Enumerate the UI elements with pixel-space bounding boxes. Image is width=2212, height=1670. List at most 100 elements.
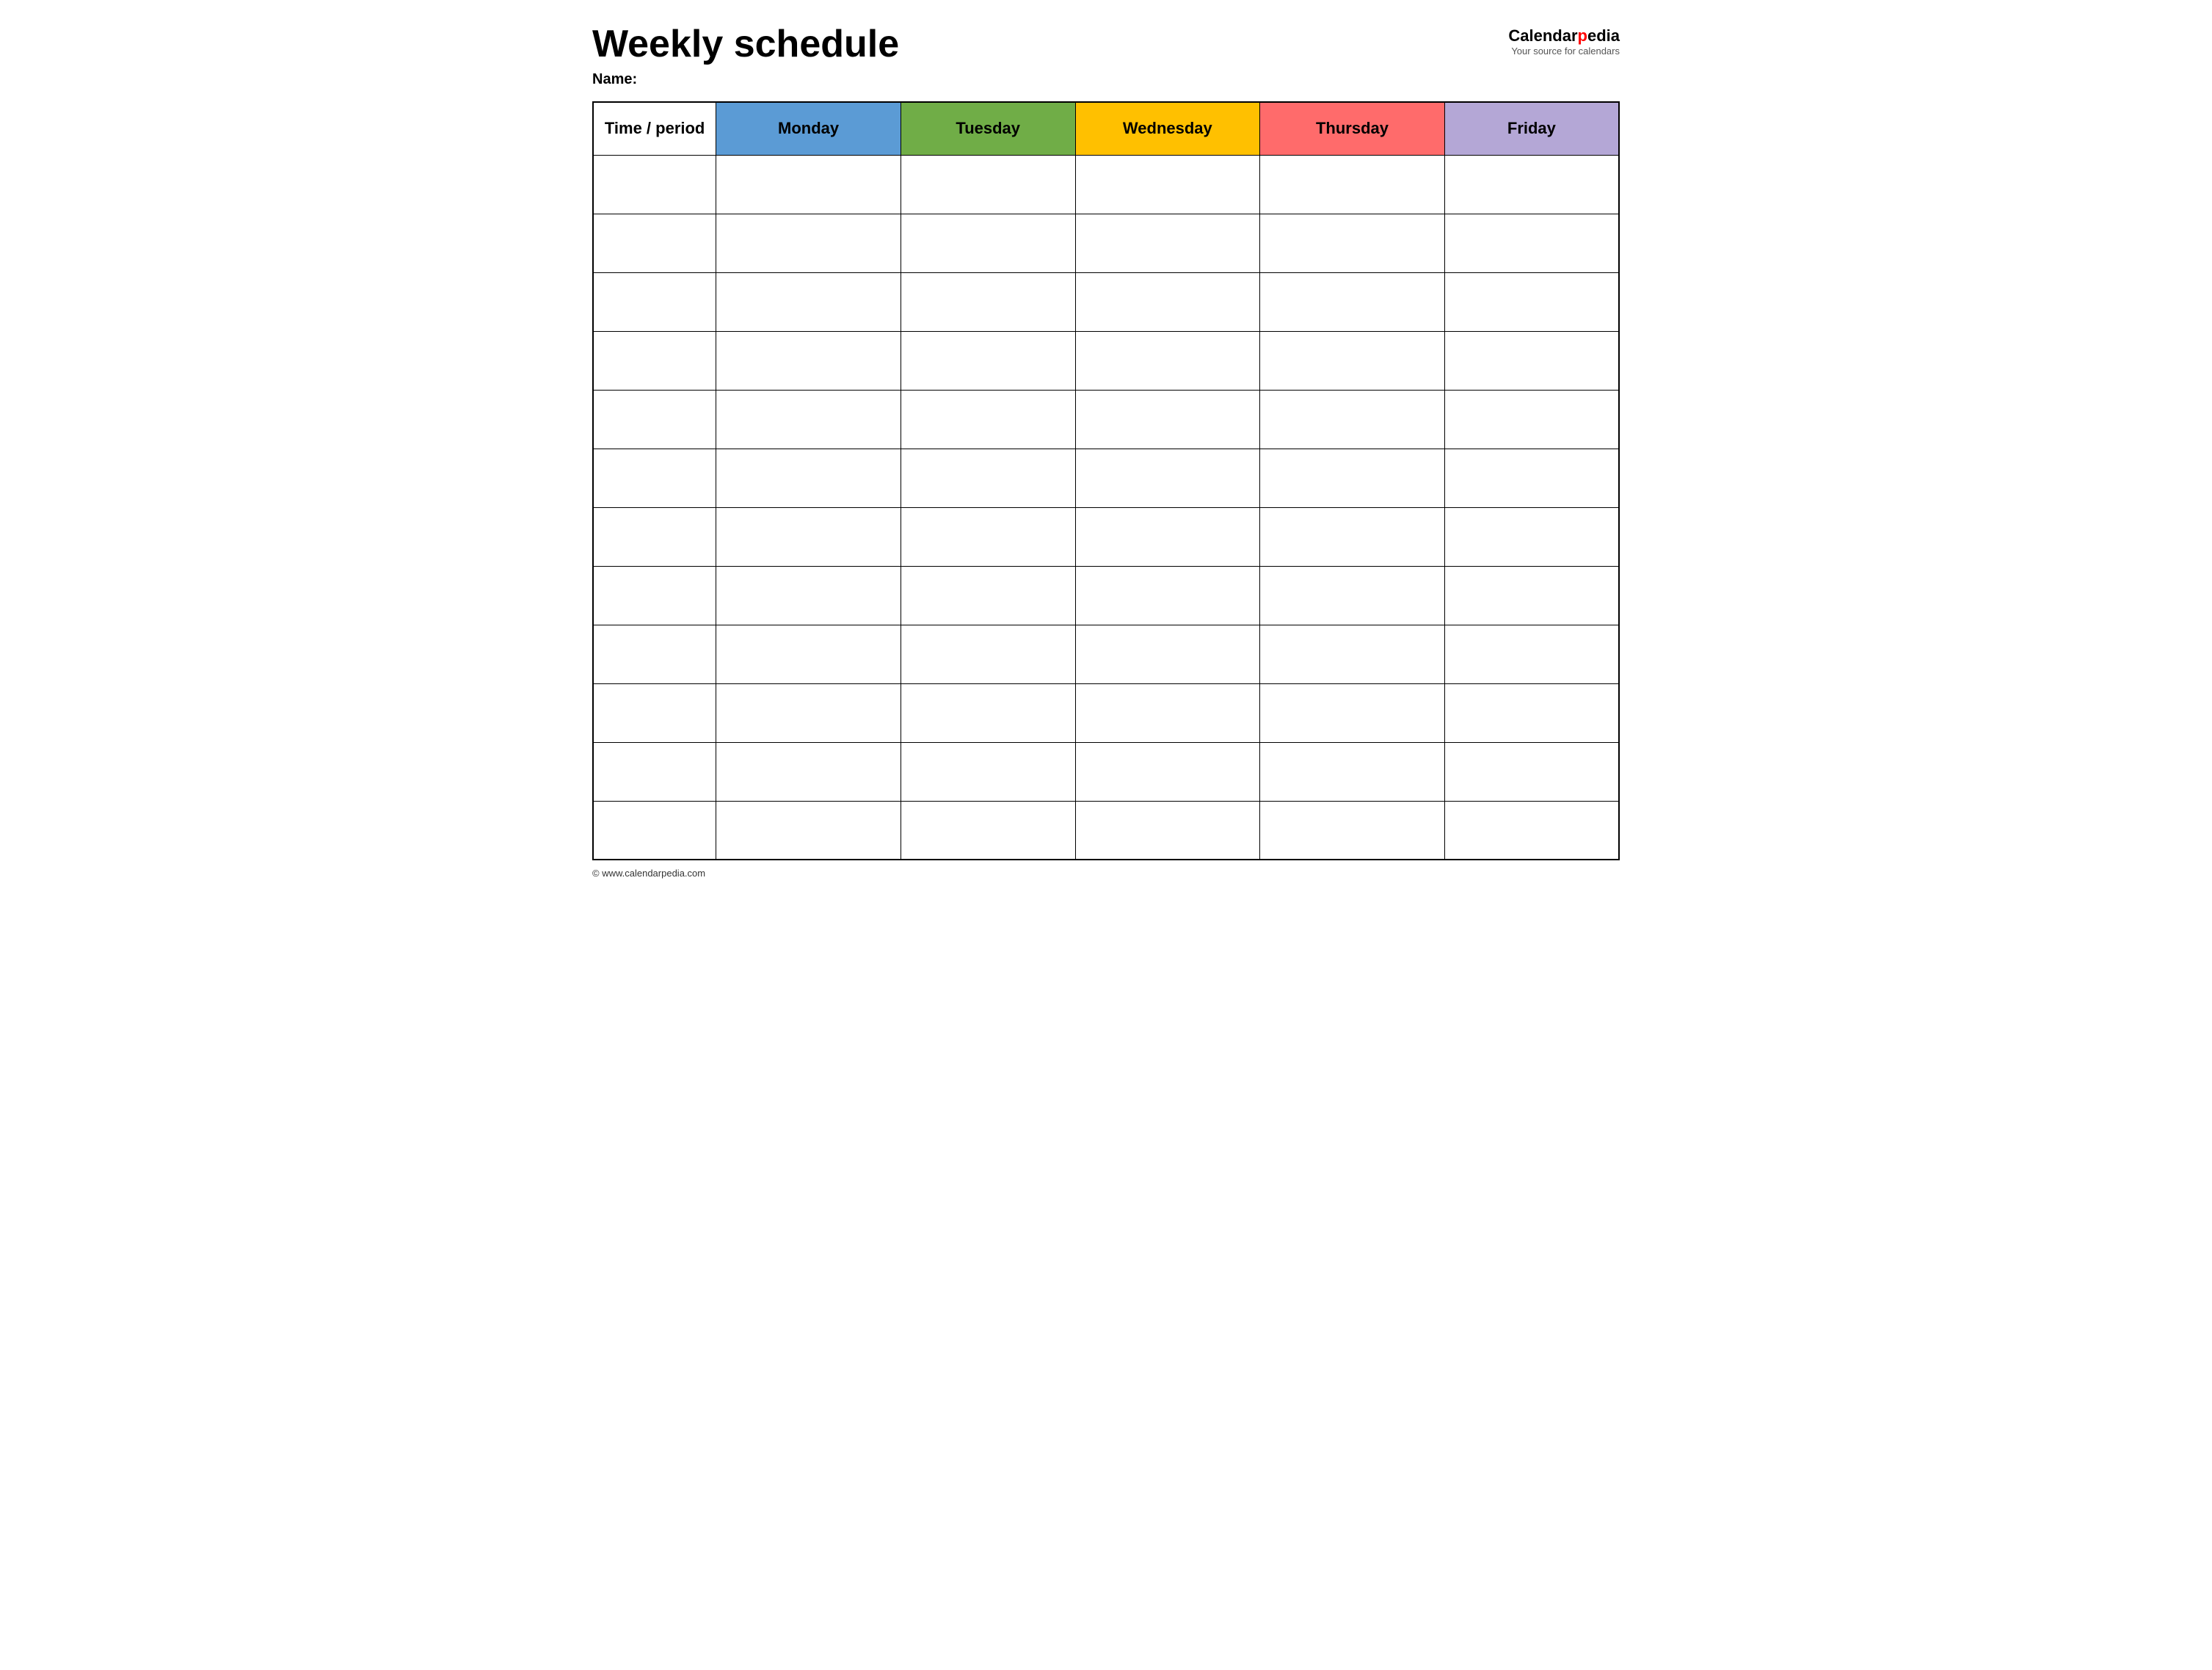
col-header-time: Time / period — [593, 102, 716, 155]
table-cell[interactable] — [1444, 449, 1619, 507]
footer: © www.calendarpedia.com — [592, 868, 1620, 879]
col-header-thursday: Thursday — [1260, 102, 1445, 155]
col-header-wednesday: Wednesday — [1075, 102, 1260, 155]
table-cell[interactable] — [1075, 155, 1260, 214]
table-cell[interactable] — [1444, 683, 1619, 742]
schedule-table: Time / period Monday Tuesday Wednesday T… — [592, 101, 1620, 860]
table-cell[interactable] — [1075, 214, 1260, 272]
table-cell[interactable] — [716, 742, 901, 801]
table-cell[interactable] — [1444, 625, 1619, 683]
table-cell[interactable] — [716, 390, 901, 449]
table-cell[interactable] — [901, 683, 1075, 742]
table-cell[interactable] — [1444, 566, 1619, 625]
table-cell[interactable] — [716, 331, 901, 390]
table-cell[interactable] — [593, 566, 716, 625]
table-cell[interactable] — [716, 683, 901, 742]
table-cell[interactable] — [1260, 155, 1445, 214]
logo-text: Calendarpedia — [1508, 26, 1620, 46]
table-cell[interactable] — [1444, 801, 1619, 860]
schedule-body — [593, 155, 1619, 860]
table-cell[interactable] — [593, 742, 716, 801]
table-cell[interactable] — [716, 801, 901, 860]
table-cell[interactable] — [716, 155, 901, 214]
table-cell[interactable] — [1075, 390, 1260, 449]
table-cell[interactable] — [1444, 214, 1619, 272]
table-cell[interactable] — [1075, 801, 1260, 860]
table-cell[interactable] — [901, 272, 1075, 331]
table-cell[interactable] — [1260, 507, 1445, 566]
table-row — [593, 331, 1619, 390]
col-header-friday: Friday — [1444, 102, 1619, 155]
table-cell[interactable] — [593, 683, 716, 742]
table-row — [593, 390, 1619, 449]
name-label: Name: — [592, 71, 637, 87]
table-row — [593, 801, 1619, 860]
table-cell[interactable] — [1444, 272, 1619, 331]
table-cell[interactable] — [1260, 390, 1445, 449]
table-cell[interactable] — [1260, 272, 1445, 331]
table-cell[interactable] — [1444, 390, 1619, 449]
table-row — [593, 214, 1619, 272]
table-cell[interactable] — [1075, 272, 1260, 331]
table-cell[interactable] — [1260, 331, 1445, 390]
logo-tagline: Your source for calendars — [1511, 46, 1620, 57]
table-row — [593, 449, 1619, 507]
table-cell[interactable] — [716, 566, 901, 625]
table-cell[interactable] — [716, 507, 901, 566]
table-cell[interactable] — [901, 331, 1075, 390]
table-cell[interactable] — [901, 742, 1075, 801]
table-cell[interactable] — [1260, 625, 1445, 683]
table-cell[interactable] — [593, 625, 716, 683]
table-cell[interactable] — [1075, 449, 1260, 507]
col-header-monday: Monday — [716, 102, 901, 155]
table-cell[interactable] — [901, 390, 1075, 449]
table-cell[interactable] — [901, 625, 1075, 683]
logo-brand-red: p — [1578, 26, 1587, 45]
table-cell[interactable] — [1075, 507, 1260, 566]
table-cell[interactable] — [901, 155, 1075, 214]
table-cell[interactable] — [593, 449, 716, 507]
table-cell[interactable] — [901, 507, 1075, 566]
table-cell[interactable] — [1444, 742, 1619, 801]
table-cell[interactable] — [593, 507, 716, 566]
col-header-tuesday: Tuesday — [901, 102, 1075, 155]
page-title: Weekly schedule — [592, 23, 899, 65]
table-cell[interactable] — [716, 272, 901, 331]
table-cell[interactable] — [1260, 566, 1445, 625]
table-cell[interactable] — [593, 801, 716, 860]
table-cell[interactable] — [716, 214, 901, 272]
page-wrapper: Weekly schedule Calendarpedia Your sourc… — [592, 23, 1620, 879]
table-cell[interactable] — [593, 214, 716, 272]
name-row: Name: — [592, 71, 1620, 88]
table-cell[interactable] — [716, 625, 901, 683]
table-cell[interactable] — [593, 155, 716, 214]
table-cell[interactable] — [1260, 214, 1445, 272]
table-cell[interactable] — [1075, 683, 1260, 742]
table-cell[interactable] — [1260, 742, 1445, 801]
table-cell[interactable] — [716, 449, 901, 507]
table-cell[interactable] — [593, 390, 716, 449]
table-cell[interactable] — [1260, 683, 1445, 742]
table-cell[interactable] — [1075, 566, 1260, 625]
table-row — [593, 272, 1619, 331]
table-row — [593, 566, 1619, 625]
table-row — [593, 625, 1619, 683]
table-cell[interactable] — [593, 272, 716, 331]
table-cell[interactable] — [1075, 331, 1260, 390]
table-cell[interactable] — [1260, 449, 1445, 507]
table-cell[interactable] — [901, 214, 1075, 272]
table-cell[interactable] — [1075, 742, 1260, 801]
table-row — [593, 683, 1619, 742]
table-cell[interactable] — [593, 331, 716, 390]
table-cell[interactable] — [901, 449, 1075, 507]
table-cell[interactable] — [1444, 507, 1619, 566]
logo-brand-start: Calendar — [1508, 26, 1577, 45]
table-row — [593, 742, 1619, 801]
table-cell[interactable] — [1260, 801, 1445, 860]
table-cell[interactable] — [1075, 625, 1260, 683]
table-cell[interactable] — [1444, 155, 1619, 214]
table-cell[interactable] — [901, 801, 1075, 860]
copyright-text: © www.calendarpedia.com — [592, 868, 705, 879]
table-cell[interactable] — [1444, 331, 1619, 390]
table-cell[interactable] — [901, 566, 1075, 625]
